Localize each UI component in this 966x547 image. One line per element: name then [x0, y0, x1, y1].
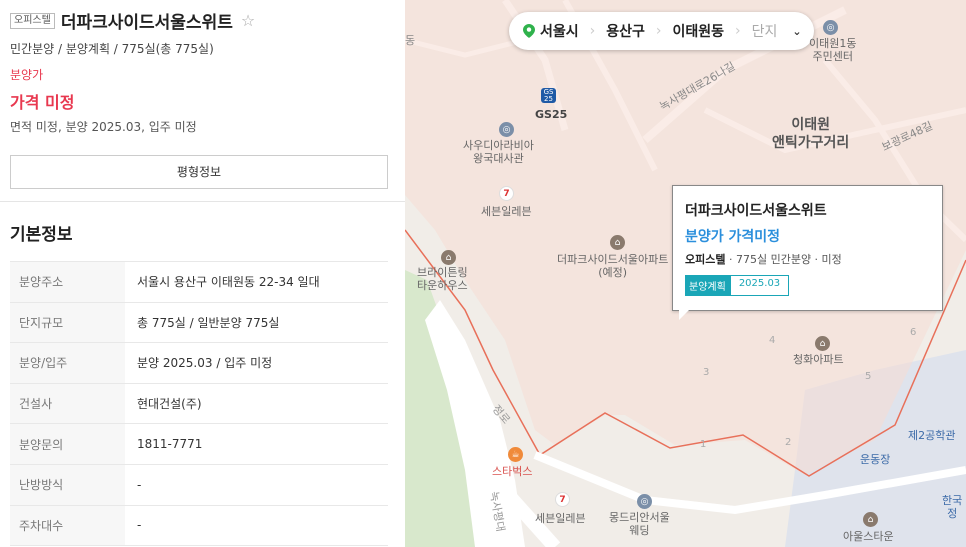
callout-detail: · 775실 민간분양 · 미정 [725, 253, 842, 266]
pyung-info-button[interactable]: 평형정보 [10, 155, 388, 189]
breadcrumb-city[interactable]: 서울시 [540, 21, 590, 41]
apartment-icon[interactable]: ⌂ [815, 336, 830, 351]
property-type-tag: 오피스텔 [10, 12, 55, 29]
block-number: 3 [703, 367, 710, 378]
block-number: 6 [910, 327, 917, 338]
status-badge: 분양계획 [685, 275, 730, 296]
favorite-star-icon[interactable]: ☆ [241, 11, 255, 30]
row-key: 분양/입주 [10, 342, 125, 384]
saudi-embassy-label: 사우디아라비아 왕국대사관 [463, 139, 534, 165]
callout-type: 오피스텔 [685, 253, 726, 266]
block-number: 2 [785, 437, 792, 448]
community-center-icon[interactable]: ◎ [823, 20, 838, 35]
row-value: 서울시 용산구 이태원동 22-34 일대 [137, 275, 320, 290]
block-number: 4 [769, 335, 776, 346]
listing-title: 더파크사이드서울스위트 [60, 13, 233, 33]
row-value: 1811-7771 [137, 437, 203, 452]
chevron-down-icon[interactable]: ⌄ [792, 25, 801, 38]
listing-subtitle: 민간분양 / 분양계획 / 775실(총 775실) [10, 42, 214, 56]
row-value: - [137, 477, 142, 492]
antique-street-label: 이태원 앤틱가구거리 [772, 117, 850, 151]
embassy-icon[interactable]: ◎ [499, 122, 514, 137]
table-row: 단지규모 총 775실 / 일반분양 775실 [10, 302, 388, 343]
title-row: 오피스텔 더파크사이드서울스위트 ☆ [10, 8, 395, 33]
table-row: 주차대수 - [10, 505, 388, 546]
cheongwha-label: 청화아파트 [793, 353, 844, 366]
starbucks-label: 스타벅스 [492, 465, 533, 478]
gs25-icon[interactable]: GS 25 [541, 88, 556, 103]
table-row: 난방방식 - [10, 464, 388, 506]
row-key: 건설사 [10, 383, 125, 424]
aulstar-label: 아울스타운 [843, 530, 894, 543]
location-bar[interactable]: 서울시 › 용산구 › 이태원동 › 단지 ⌄ [509, 12, 814, 50]
callout-title: 더파크사이드서울스위트 [685, 203, 827, 219]
row-key: 분양문의 [10, 423, 125, 465]
location-pin-icon [523, 24, 535, 38]
detail-panel: 오피스텔 더파크사이드서울스위트 ☆ 민간분양 / 분양계획 / 775실(총 … [0, 0, 405, 547]
brighton-label: 브라이튼링 타운하우스 [417, 266, 468, 292]
date-badge: 2025.03 [729, 275, 790, 296]
row-value: 분양 2025.03 / 입주 미정 [137, 356, 273, 371]
sports-field-label: 운동장 [860, 453, 891, 466]
seven-eleven-icon[interactable]: 7 [555, 492, 570, 507]
cafe-icon[interactable]: ☕ [508, 447, 523, 462]
row-value: 현대건설(주) [137, 397, 202, 412]
row-key: 분양주소 [10, 261, 125, 303]
table-row: 분양/입주 분양 2025.03 / 입주 미정 [10, 342, 388, 384]
seven-eleven-label: 세븐일레븐 [481, 205, 532, 218]
breadcrumb-district[interactable]: 용산구 [595, 21, 656, 41]
table-row: 건설사 현대건설(주) [10, 383, 388, 424]
basic-info-table: 분양주소 서울시 용산구 이태원동 22-34 일대 단지규모 총 775실 / 일… [10, 261, 388, 546]
price-value: 가격 미정 [10, 93, 75, 112]
row-key: 단지규모 [10, 302, 125, 343]
row-value: - [137, 518, 142, 533]
seven-eleven-icon[interactable]: 7 [499, 186, 514, 201]
basic-info-title: 기본정보 [10, 225, 73, 245]
korea-label: 한국 정 [942, 494, 963, 520]
block-number: 1 [700, 439, 707, 450]
townhouse-icon[interactable]: ⌂ [441, 250, 456, 265]
project-label: 더파크사이드서울아파트 (예정) [557, 253, 669, 279]
callout-badges: 분양계획 2025.03 [685, 275, 930, 296]
breadcrumb-dong[interactable]: 이태원동 [662, 21, 736, 41]
road-label: 동 [405, 34, 416, 47]
row-value: 총 775실 / 일반분양 775실 [137, 315, 280, 330]
complex-callout[interactable]: 더파크사이드서울스위트 분양가 가격미정 오피스텔 · 775실 민간분양 · … [672, 185, 943, 320]
callout-info: 오피스텔 · 775실 민간분양 · 미정 [685, 251, 930, 267]
seven-eleven-label: 세븐일레븐 [535, 512, 586, 525]
row-key: 난방방식 [10, 464, 125, 506]
wedding-hall-icon[interactable]: ◎ [637, 494, 652, 509]
table-row: 분양주소 서울시 용산구 이태원동 22-34 일대 [10, 261, 388, 303]
price-label: 분양가 [10, 68, 44, 82]
map-view[interactable]: 서울시 › 용산구 › 이태원동 › 단지 ⌄ GS 25 GS25 ◎ 사우디… [405, 0, 966, 547]
no2-building-label: 제2공학관 [908, 429, 956, 442]
table-row: 분양문의 1811-7771 [10, 423, 388, 465]
listing-header: 오피스텔 더파크사이드서울스위트 ☆ 민간분양 / 분양계획 / 775실(총 … [0, 0, 405, 135]
gs25-icon-text: GS 25 [543, 87, 554, 103]
listing-meta: 면적 미정, 분양 2025.03, 입주 미정 [10, 120, 197, 134]
block-number: 5 [865, 371, 872, 382]
row-key: 주차대수 [10, 505, 125, 546]
itaewon1-label: 이태원1동 주민센터 [809, 37, 857, 63]
gs25-label: GS25 [535, 108, 568, 121]
apartment-icon[interactable]: ⌂ [610, 235, 625, 250]
callout-price: 분양가 가격미정 [685, 229, 781, 245]
apartment-icon[interactable]: ⌂ [863, 512, 878, 527]
montreal-label: 몽드리안서울 웨딩 [609, 511, 670, 537]
breadcrumb-complex[interactable]: 단지 [741, 21, 789, 41]
